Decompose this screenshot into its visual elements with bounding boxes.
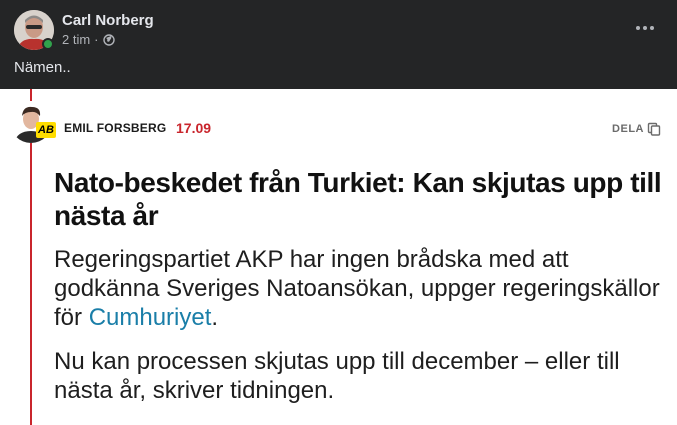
post-meta: 2 tim ·: [62, 32, 115, 47]
lead-suffix: .: [211, 304, 219, 331]
meta-separator: ·: [94, 32, 99, 47]
reporter-name: EMIL FORSBERG: [64, 121, 167, 135]
more-dots-icon: [636, 26, 640, 30]
shared-article-image[interactable]: AB EMIL FORSBERG 17.09 DELA Nato-beskede…: [0, 89, 677, 425]
post-header: Carl Norberg 2 tim · Nämen..: [0, 0, 677, 89]
share-button[interactable]: DELA: [612, 122, 661, 136]
copy-icon: [647, 122, 661, 136]
article-body: Nu kan processen skjutas upp till decemb…: [54, 348, 620, 404]
article-headline: Nato-beskedet från Turkiet: Kan skjutas …: [54, 167, 662, 231]
article-timestamp: 17.09: [176, 120, 212, 136]
more-options-button[interactable]: [631, 14, 659, 42]
share-label: DELA: [612, 123, 644, 135]
online-status-dot: [42, 38, 54, 50]
cumhuriyet-link[interactable]: Cumhuriyet: [89, 304, 212, 331]
globe-icon[interactable]: [102, 33, 115, 46]
article-lead: Regeringspartiet AKP har ingen brådska m…: [54, 245, 664, 332]
post-time[interactable]: 2 tim: [62, 32, 90, 47]
post-text: Nämen..: [14, 59, 71, 76]
post-author-name[interactable]: Carl Norberg: [62, 12, 154, 29]
ab-logo-badge: AB: [36, 122, 56, 138]
